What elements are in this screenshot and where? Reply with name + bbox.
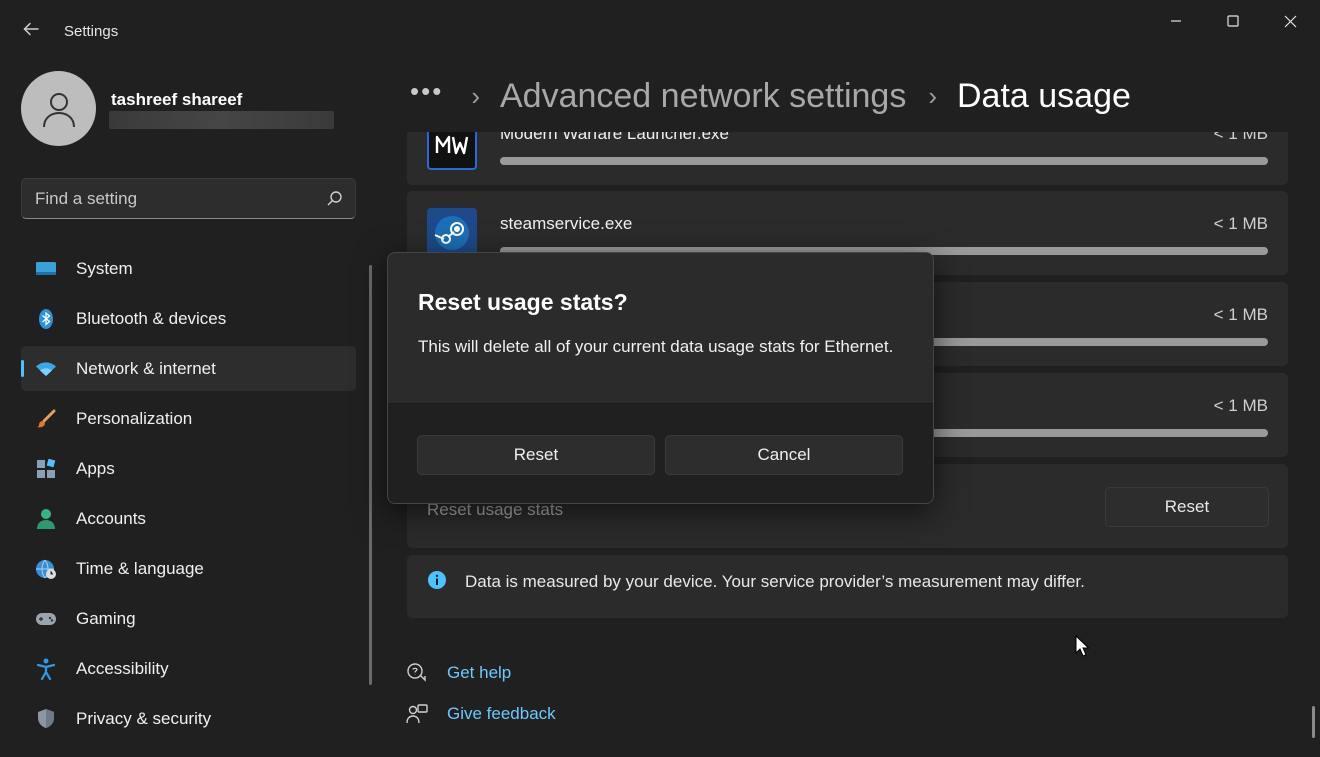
sidebar-item-personalization[interactable]: Personalization bbox=[21, 396, 356, 441]
sidebar-item-label: Privacy & security bbox=[76, 708, 212, 728]
breadcrumb: ••• › Advanced network settings › Data u… bbox=[410, 72, 1131, 120]
title-bar: Settings bbox=[0, 0, 1320, 62]
shield-icon bbox=[35, 708, 57, 730]
sidebar-item-gaming[interactable]: Gaming bbox=[21, 596, 356, 641]
reset-usage-button[interactable]: Reset bbox=[1105, 487, 1269, 527]
sidebar-item-label: Time & language bbox=[76, 558, 204, 578]
breadcrumb-separator: › bbox=[928, 80, 937, 111]
app-name: steamservice.exe bbox=[500, 214, 633, 233]
page-title: Data usage bbox=[957, 76, 1131, 115]
give-feedback-label: Give feedback bbox=[447, 704, 556, 723]
wifi-icon bbox=[35, 358, 57, 380]
app-data-size: < 1 MB bbox=[1213, 305, 1268, 324]
get-help-label: Get help bbox=[447, 663, 512, 682]
app-data-size: < 1 MB bbox=[1213, 132, 1268, 143]
globe-clock-icon bbox=[35, 558, 57, 580]
sidebar-item-label: Gaming bbox=[76, 608, 136, 628]
gamepad-icon bbox=[35, 608, 57, 630]
usage-bar bbox=[500, 157, 1268, 165]
reset-confirm-dialog: Reset usage stats? This will delete all … bbox=[387, 252, 934, 504]
minimize-button[interactable] bbox=[1153, 8, 1199, 34]
info-text: Data is measured by your device. Your se… bbox=[465, 572, 1085, 591]
sidebar-item-label: Personalization bbox=[76, 408, 193, 428]
breadcrumb-separator: › bbox=[471, 80, 480, 111]
monitor-icon bbox=[35, 258, 57, 280]
sidebar-item-bluetooth[interactable]: Bluetooth & devices bbox=[21, 296, 356, 341]
dialog-footer: Reset Cancel bbox=[388, 403, 933, 503]
app-data-size: < 1 MB bbox=[1213, 214, 1268, 233]
sidebar-item-accessibility[interactable]: Accessibility bbox=[21, 646, 356, 691]
dialog-reset-button[interactable]: Reset bbox=[417, 435, 655, 475]
give-feedback-link[interactable]: Give feedback bbox=[405, 700, 556, 728]
brush-icon bbox=[35, 408, 57, 430]
info-banner: Data is measured by your device. Your se… bbox=[407, 555, 1288, 618]
search-box[interactable] bbox=[21, 178, 356, 219]
arrow-left-icon bbox=[23, 22, 39, 36]
app-data-size: < 1 MB bbox=[1213, 396, 1268, 415]
search-input[interactable] bbox=[35, 188, 315, 210]
help-chat-icon bbox=[405, 661, 429, 685]
back-button[interactable] bbox=[20, 20, 42, 42]
person-placeholder-icon bbox=[42, 92, 75, 127]
dialog-title: Reset usage stats? bbox=[418, 289, 628, 315]
sidebar-item-system[interactable]: System bbox=[21, 246, 356, 291]
maximize-button[interactable] bbox=[1210, 8, 1256, 34]
breadcrumb-parent-link[interactable]: Advanced network settings bbox=[500, 77, 906, 116]
app-title: Settings bbox=[64, 23, 119, 40]
sidebar-item-label: Network & internet bbox=[76, 358, 216, 378]
dialog-cancel-button[interactable]: Cancel bbox=[665, 435, 903, 475]
mw-launcher-icon bbox=[427, 132, 477, 170]
breadcrumb-overflow-button[interactable]: ••• bbox=[410, 76, 443, 107]
close-button[interactable] bbox=[1267, 8, 1313, 34]
sidebar-item-label: System bbox=[76, 258, 133, 278]
sidebar-item-label: Accessibility bbox=[76, 658, 169, 678]
info-icon bbox=[428, 571, 446, 589]
sidebar-item-apps[interactable]: Apps bbox=[21, 446, 356, 491]
sidebar-item-label: Bluetooth & devices bbox=[76, 308, 227, 328]
app-usage-row: Modern Warfare Launcher.exe < 1 MB bbox=[407, 132, 1288, 185]
sidebar-nav: System Bluetooth & devices Network & int… bbox=[21, 246, 356, 746]
sidebar-item-label: Accounts bbox=[76, 508, 146, 528]
sidebar-item-network[interactable]: Network & internet bbox=[21, 346, 356, 391]
sidebar-scrollbar[interactable] bbox=[369, 265, 372, 685]
sidebar-item-time-language[interactable]: Time & language bbox=[21, 546, 356, 591]
sidebar-item-privacy-security[interactable]: Privacy & security bbox=[21, 696, 356, 741]
mouse-cursor-icon bbox=[1075, 635, 1089, 657]
dialog-message: This will delete all of your current dat… bbox=[418, 337, 894, 356]
person-icon bbox=[35, 508, 57, 530]
apps-icon bbox=[35, 458, 57, 480]
minimize-icon bbox=[1171, 20, 1181, 22]
feedback-icon bbox=[405, 702, 429, 726]
maximize-icon bbox=[1227, 15, 1239, 27]
avatar[interactable] bbox=[21, 71, 96, 146]
main-scrollbar[interactable] bbox=[1312, 706, 1315, 738]
steam-icon bbox=[427, 208, 477, 258]
close-icon bbox=[1284, 15, 1296, 27]
accessibility-icon bbox=[35, 658, 57, 680]
bluetooth-icon bbox=[35, 308, 57, 330]
get-help-link[interactable]: Get help bbox=[405, 659, 511, 687]
user-email-redacted bbox=[109, 111, 334, 129]
user-name: tashreef shareef bbox=[111, 90, 243, 109]
sidebar-item-accounts[interactable]: Accounts bbox=[21, 496, 356, 541]
search-icon[interactable] bbox=[325, 190, 343, 208]
sidebar-item-label: Apps bbox=[76, 458, 115, 478]
app-name: Modern Warfare Launcher.exe bbox=[500, 132, 729, 143]
